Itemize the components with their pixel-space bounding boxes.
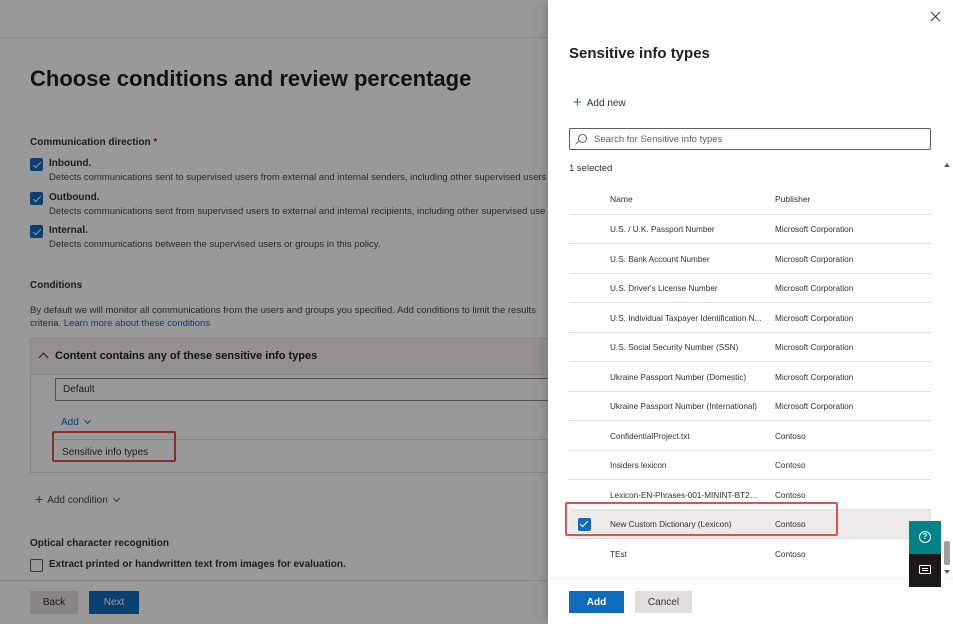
table-row[interactable]: Ukraine Passport Number (International) M… [569,392,931,421]
search-icon [578,134,587,143]
modal-overlay[interactable] [0,0,548,624]
row-name: Insiders lexicon [610,461,667,470]
column-header-publisher[interactable]: Publisher [775,194,810,204]
panel-title: Sensitive info types [569,45,710,62]
help-button[interactable]: ? [909,521,941,554]
search-input[interactable] [594,132,924,147]
row-publisher: Contoso [775,461,806,470]
add-new-button[interactable]: + Add new [573,93,626,111]
table-row[interactable]: ConfidentialProject.txt Contoso [569,422,931,451]
selected-count: 1 selected [569,163,613,174]
row-publisher: Microsoft Corporation [775,254,854,264]
sensitive-info-types-panel: Sensitive info types + Add new 1 selected… [548,0,953,624]
plus-icon: + [573,94,582,111]
row-name: U.S. Driver's License Number [610,284,718,293]
help-icon: ? [919,531,931,543]
feedback-button[interactable] [909,554,941,587]
feedback-icon [919,565,931,574]
row-name: TEst [610,549,627,559]
row-publisher: Microsoft Corporation [775,343,854,352]
row-name: ConfidentialProject.txt [610,431,690,441]
row-name: U.S. Individual Taxpayer Identification … [610,313,762,323]
row-publisher: Contoso [775,490,806,500]
scroll-thumb[interactable] [944,541,950,565]
row-publisher: Microsoft Corporation [775,225,854,234]
row-name: U.S. Social Security Number (SSN) [610,343,739,352]
row-name: Lexicon-EN-Phrases-001-MININT-BT2H... [610,490,762,500]
table-row[interactable]: U.S. Driver's License Number Microsoft Co… [569,274,931,303]
search-box[interactable] [569,128,931,150]
table-row[interactable]: Ukraine Passport Number (Domestic) Micros… [569,363,931,392]
row-name: U.S. / U.K. Passport Number [610,225,715,234]
row-publisher: Microsoft Corporation [775,313,854,323]
table-row[interactable]: U.S. Social Security Number (SSN) Microso… [569,333,931,362]
row-name: U.S. Bank Account Number [610,254,710,264]
panel-footer-divider [548,578,953,579]
row-name: Ukraine Passport Number (International) [610,402,757,411]
table-row[interactable]: TEst Contoso [569,540,931,568]
highlight-box-selected-row [565,502,838,536]
row-name: Ukraine Passport Number (Domestic) [610,372,747,382]
row-publisher: Microsoft Corporation [775,402,854,411]
column-header-name[interactable]: Name [610,194,633,204]
table-row[interactable]: U.S. Bank Account Number Microsoft Corpor… [569,245,931,274]
row-publisher: Contoso [775,431,806,441]
table-row[interactable]: Insiders lexicon Contoso [569,451,931,480]
table-scrollbar[interactable] [943,160,951,578]
close-icon[interactable] [929,10,943,24]
add-button[interactable]: Add [569,591,624,613]
add-new-label: Add new [586,98,626,109]
scroll-up-icon[interactable] [944,163,950,167]
table-row[interactable]: U.S. Individual Taxpayer Identification … [569,304,931,333]
table-row[interactable]: U.S. / U.K. Passport Number Microsoft Cor… [569,215,931,244]
scroll-down-icon[interactable] [944,570,950,574]
row-publisher: Microsoft Corporation [775,372,854,382]
row-publisher: Contoso [775,549,806,559]
cancel-button[interactable]: Cancel [635,591,692,613]
row-publisher: Microsoft Corporation [775,284,854,293]
